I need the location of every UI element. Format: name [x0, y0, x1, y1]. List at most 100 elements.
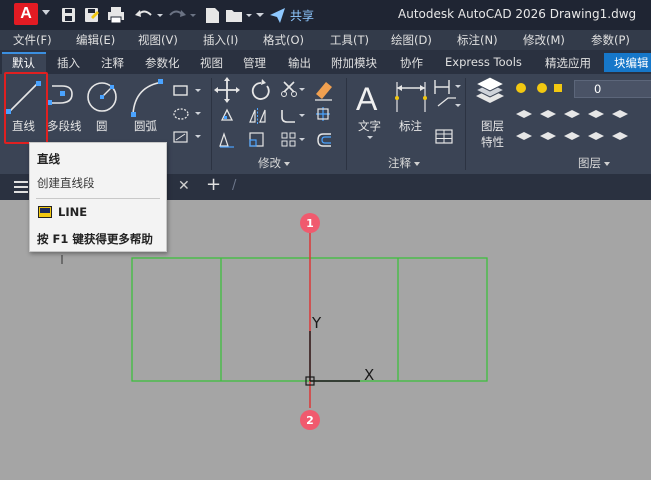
circle-icon[interactable]	[87, 82, 117, 112]
erase-icon[interactable]	[315, 82, 332, 101]
hatch-icon[interactable]	[173, 108, 201, 120]
tooltip-help-hint: 按 F1 键获得更多帮助	[37, 232, 153, 246]
x-axis-label: X	[364, 366, 374, 384]
share-icon[interactable]	[270, 8, 285, 23]
tab-view[interactable]: 视图	[200, 55, 223, 71]
copy-icon[interactable]	[220, 108, 234, 121]
app-menu-chevron-icon[interactable]	[42, 10, 50, 15]
layers-panel-label[interactable]: 图层	[578, 155, 610, 171]
modify-panel-title: 修改	[258, 156, 281, 170]
tab-express-tools[interactable]: Express Tools	[445, 55, 522, 69]
stretch-icon[interactable]	[219, 132, 234, 148]
text-icon[interactable]: A	[356, 81, 378, 117]
open-dropdown-icon[interactable]	[246, 14, 252, 17]
polyline-button[interactable]: 多段线	[47, 118, 82, 134]
fillet-icon[interactable]	[281, 110, 305, 123]
menu-tools[interactable]: 工具(T)	[330, 32, 369, 48]
menu-dimension[interactable]: 标注(N)	[457, 32, 498, 48]
hamburger-menu-icon[interactable]	[14, 181, 30, 193]
layer-tool-icon[interactable]	[564, 110, 580, 118]
layer-tool-icon[interactable]	[612, 132, 628, 140]
undo-dropdown-icon[interactable]	[157, 14, 163, 17]
leader-icon[interactable]	[434, 80, 461, 94]
lightbulb-icon[interactable]	[516, 83, 526, 93]
layer-tool-icon[interactable]	[564, 132, 580, 140]
layer-tool-icon[interactable]	[540, 110, 556, 118]
tab-annotate[interactable]: 注释	[101, 55, 124, 71]
title-bar: A 共享 Autodesk AutoCAD 2026 Drawing1.dwg	[0, 0, 651, 30]
gradient-icon[interactable]	[173, 131, 201, 143]
layer-tool-icon[interactable]	[516, 132, 532, 140]
close-drawing-tab-icon[interactable]: ✕	[178, 178, 190, 194]
menu-parametric[interactable]: 参数(P)	[591, 32, 630, 48]
marker-1-label: 1	[306, 217, 314, 230]
layer-tool-icon[interactable]	[516, 110, 532, 118]
menu-draw[interactable]: 绘图(D)	[391, 32, 432, 48]
scale-icon[interactable]	[249, 132, 264, 147]
layer-properties-icon[interactable]	[474, 76, 506, 103]
layer-tool-icon[interactable]	[540, 132, 556, 140]
multileader-icon[interactable]	[437, 97, 461, 107]
tab-parametric[interactable]: 参数化	[145, 55, 180, 71]
array-icon[interactable]	[281, 132, 305, 147]
menu-bar: 文件(F) 编辑(E) 视图(V) 插入(I) 格式(O) 工具(T) 绘图(D…	[0, 30, 651, 50]
menu-format[interactable]: 格式(O)	[263, 32, 304, 48]
save-icon[interactable]	[62, 8, 75, 22]
mirror-icon[interactable]	[249, 108, 266, 124]
lock-icon[interactable]	[554, 84, 562, 92]
tab-addins[interactable]: 附加模块	[331, 55, 377, 71]
line-button[interactable]: 直线	[12, 118, 35, 134]
layer-tool-icon[interactable]	[588, 110, 604, 118]
layer-tool-icon[interactable]	[588, 132, 604, 140]
explode-icon[interactable]	[316, 107, 330, 121]
sun-icon[interactable]	[537, 83, 547, 93]
move-icon[interactable]	[214, 77, 240, 103]
arc-button[interactable]: 圆弧	[134, 118, 157, 134]
menu-view[interactable]: 视图(V)	[138, 32, 178, 48]
tab-block-editor[interactable]: 块编辑	[614, 55, 649, 71]
save-as-icon[interactable]	[85, 8, 99, 22]
marker-1: 1	[300, 213, 320, 233]
layer-dropdown[interactable]	[574, 80, 651, 98]
offset-icon[interactable]	[317, 133, 331, 147]
menu-modify[interactable]: 修改(M)	[523, 32, 565, 48]
tab-collaborate[interactable]: 协作	[400, 55, 423, 71]
new-drawing-tab-icon[interactable]: +	[206, 174, 221, 195]
open-folder-icon[interactable]	[226, 10, 242, 22]
annotation-panel-icons: A	[356, 80, 461, 144]
menu-edit[interactable]: 编辑(E)	[76, 32, 115, 48]
arc-icon[interactable]	[131, 79, 164, 117]
annotation-panel-label[interactable]: 注释	[388, 155, 420, 171]
rectangle-icon[interactable]	[173, 85, 201, 96]
autocad-logo-button[interactable]: A	[14, 3, 38, 25]
rotate-icon[interactable]	[251, 79, 270, 100]
dimension-icon[interactable]	[395, 82, 427, 112]
layer-properties-button-line2[interactable]: 特性	[481, 134, 504, 150]
tab-insert[interactable]: 插入	[57, 55, 80, 71]
trim-icon[interactable]	[281, 81, 306, 97]
marker-2: 2	[300, 410, 320, 430]
print-icon[interactable]	[108, 7, 124, 24]
text-dropdown-icon[interactable]	[367, 136, 373, 139]
menu-insert[interactable]: 插入(I)	[203, 32, 238, 48]
table-icon[interactable]	[435, 129, 453, 144]
new-file-icon[interactable]	[206, 8, 219, 23]
tab-featured-apps[interactable]: 精选应用	[545, 55, 591, 71]
layer-properties-button[interactable]: 图层	[481, 118, 504, 134]
dimension-button[interactable]: 标注	[399, 118, 422, 134]
undo-icon[interactable]	[135, 10, 152, 17]
circle-button[interactable]: 圆	[96, 118, 108, 134]
tab-output[interactable]: 输出	[288, 55, 311, 71]
tab-default[interactable]: 默认	[12, 55, 35, 71]
modify-panel-label[interactable]: 修改	[258, 155, 290, 171]
text-button[interactable]: 文字	[358, 118, 381, 134]
tab-manage[interactable]: 管理	[243, 55, 266, 71]
redo-dropdown-icon[interactable]	[190, 14, 196, 17]
customize-qat-icon[interactable]	[256, 13, 264, 17]
redo-icon[interactable]	[169, 10, 186, 17]
polyline-icon[interactable]	[47, 85, 73, 105]
share-button[interactable]: 共享	[290, 7, 314, 24]
modify-dropdown-icon	[284, 161, 290, 166]
layer-tool-icon[interactable]	[612, 110, 628, 118]
menu-file[interactable]: 文件(F)	[13, 32, 52, 48]
